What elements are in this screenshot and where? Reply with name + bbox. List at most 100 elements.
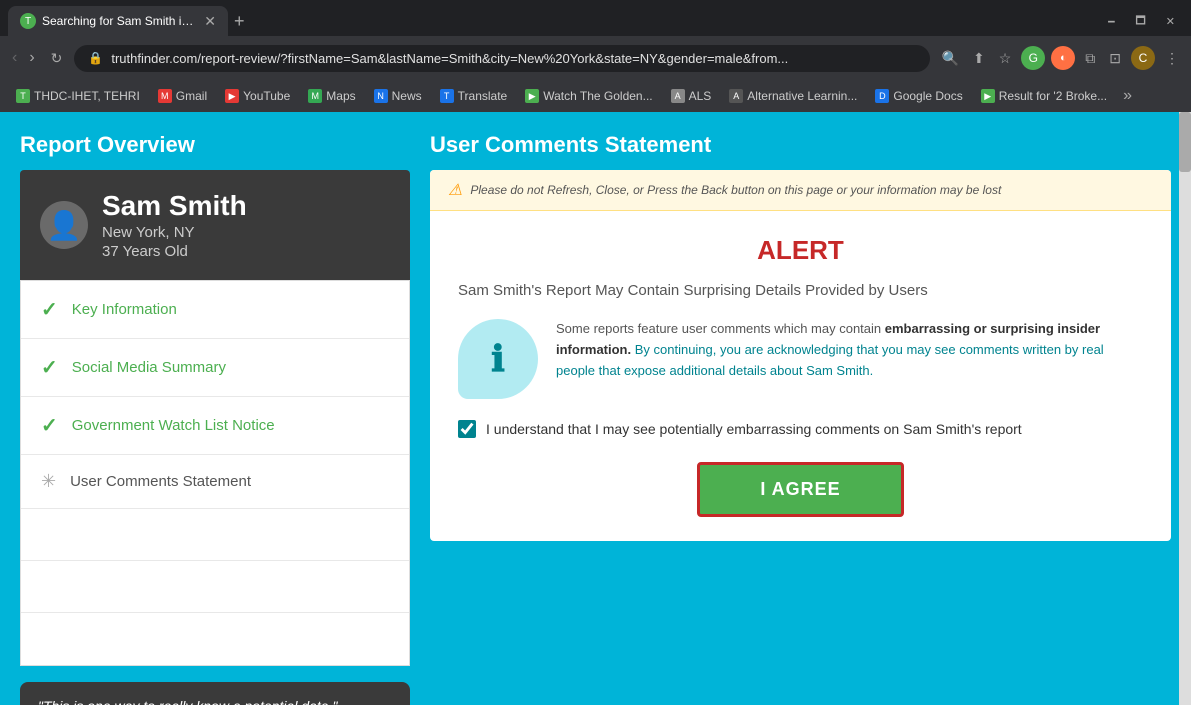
- bookmark-label-gmail: Gmail: [176, 89, 207, 103]
- alert-title: ALERT: [458, 235, 1143, 266]
- bookmark-result[interactable]: ▶ Result for '2 Broke...: [973, 86, 1115, 106]
- minimize-button[interactable]: 🗕: [1100, 10, 1124, 33]
- bookmark-label-translate: Translate: [458, 89, 508, 103]
- info-icon: ℹ: [491, 338, 505, 380]
- forward-button[interactable]: ›: [25, 45, 38, 71]
- bookmark-maps[interactable]: M Maps: [300, 86, 363, 106]
- bookmark-favicon-result: ▶: [981, 89, 995, 103]
- testimonial-quote: "This is one way to really know a potent…: [38, 698, 392, 705]
- alert-body: ALERT Sam Smith's Report May Contain Sur…: [430, 211, 1171, 541]
- menu-card: ✓ Key Information ✓ Social Media Summary…: [20, 280, 410, 666]
- browser-chrome: T Searching for Sam Smith in New ✕ + 🗕 🗖…: [0, 0, 1191, 112]
- search-icon[interactable]: 🔍: [938, 46, 963, 71]
- menu-item-empty-1: [21, 509, 409, 561]
- bookmark-favicon-news: N: [374, 89, 388, 103]
- nav-bar: ‹ › ↻ 🔒 truthfinder.com/report-review/?f…: [0, 36, 1191, 80]
- tab-close-button[interactable]: ✕: [204, 13, 216, 30]
- check-icon-key-info: ✓: [41, 297, 58, 322]
- warning-bar: ⚠ Please do not Refresh, Close, or Press…: [430, 170, 1171, 211]
- scrollbar[interactable]: [1179, 112, 1191, 705]
- profile-name: Sam Smith: [102, 190, 247, 222]
- bookmark-label-als: ALS: [689, 89, 712, 103]
- maximize-button[interactable]: 🗖: [1127, 10, 1153, 33]
- menu-item-user-comments[interactable]: ✳ User Comments Statement: [21, 455, 409, 509]
- bookmark-favicon-als: A: [671, 89, 685, 103]
- window-controls: 🗕 🗖 ✕: [1100, 10, 1183, 33]
- menu-label-user-comments: User Comments Statement: [70, 473, 251, 490]
- warning-triangle-icon: ⚠: [448, 180, 462, 200]
- menu-item-empty-3: [21, 613, 409, 665]
- extensions-button[interactable]: ⧉: [1081, 46, 1099, 71]
- bookmark-favicon-docs: D: [875, 89, 889, 103]
- bookmark-gmail[interactable]: M Gmail: [150, 86, 215, 106]
- sidebar-toggle[interactable]: ⊡: [1105, 46, 1125, 71]
- close-window-button[interactable]: ✕: [1158, 13, 1183, 30]
- bookmark-label-docs: Google Docs: [893, 89, 962, 103]
- bookmark-thdc[interactable]: T THDC-IHET, TEHRI: [8, 86, 148, 106]
- bookmark-label-result: Result for '2 Broke...: [999, 89, 1107, 103]
- bookmark-label-watch: Watch The Golden...: [543, 89, 652, 103]
- check-icon-social-media: ✓: [41, 355, 58, 380]
- description-text-2: By continuing, you are acknowledging tha…: [556, 342, 1104, 378]
- tab-title: Searching for Sam Smith in New: [42, 14, 194, 28]
- bookmark-icon[interactable]: ☆: [995, 46, 1016, 71]
- report-overview-title: Report Overview: [20, 132, 410, 158]
- bookmark-label-youtube: YouTube: [243, 89, 290, 103]
- active-tab[interactable]: T Searching for Sam Smith in New ✕: [8, 6, 228, 36]
- bookmark-favicon-alt: A: [729, 89, 743, 103]
- menu-item-gov-watch[interactable]: ✓ Government Watch List Notice: [21, 397, 409, 455]
- info-bubble: ℹ: [458, 319, 538, 399]
- menu-item-social-media[interactable]: ✓ Social Media Summary: [21, 339, 409, 397]
- profile-avatar[interactable]: C: [1131, 46, 1155, 70]
- right-panel: User Comments Statement ⚠ Please do not …: [430, 132, 1171, 685]
- bookmark-translate[interactable]: T Translate: [432, 86, 516, 106]
- spinner-icon-user-comments: ✳: [41, 471, 56, 492]
- avatar: 👤: [40, 201, 88, 249]
- address-text: truthfinder.com/report-review/?firstName…: [111, 51, 915, 66]
- bookmark-favicon-gmail: M: [158, 89, 172, 103]
- menu-button[interactable]: ⋮: [1161, 46, 1183, 71]
- warning-text: Please do not Refresh, Close, or Press t…: [470, 183, 1001, 197]
- bookmark-docs[interactable]: D Google Docs: [867, 86, 970, 106]
- profile-info: Sam Smith New York, NY 37 Years Old: [102, 190, 247, 260]
- bookmark-news[interactable]: N News: [366, 86, 430, 106]
- bookmark-als[interactable]: A ALS: [663, 86, 720, 106]
- main-content: Report Overview 👤 Sam Smith New York, NY…: [0, 112, 1191, 705]
- address-bar[interactable]: 🔒 truthfinder.com/report-review/?firstNa…: [74, 45, 929, 72]
- alert-info-row: ℹ Some reports feature user comments whi…: [458, 319, 1143, 399]
- tab-bar: T Searching for Sam Smith in New ✕ + 🗕 🗖…: [0, 0, 1191, 36]
- profile-age: 37 Years Old: [102, 243, 247, 260]
- more-bookmarks-button[interactable]: »: [1117, 84, 1138, 108]
- nav-icons: 🔍 ⬆ ☆ G ◐ ⧉ ⊡ C ⋮: [938, 46, 1183, 71]
- profile-card: 👤 Sam Smith New York, NY 37 Years Old: [20, 170, 410, 280]
- bookmark-favicon-youtube: ▶: [225, 89, 239, 103]
- menu-item-key-info[interactable]: ✓ Key Information: [21, 281, 409, 339]
- bookmarks-bar: T THDC-IHET, TEHRI M Gmail ▶ YouTube M M…: [0, 80, 1191, 112]
- share-icon[interactable]: ⬆: [969, 46, 989, 71]
- bookmark-label-thdc: THDC-IHET, TEHRI: [34, 89, 140, 103]
- bookmark-youtube[interactable]: ▶ YouTube: [217, 86, 298, 106]
- bookmark-label-maps: Maps: [326, 89, 355, 103]
- lock-icon: 🔒: [88, 51, 103, 65]
- agree-button[interactable]: I AGREE: [697, 462, 903, 517]
- refresh-button[interactable]: ↻: [47, 46, 67, 71]
- agree-button-wrapper: I AGREE: [458, 462, 1143, 517]
- bookmark-alt[interactable]: A Alternative Learnin...: [721, 86, 865, 106]
- new-tab-button[interactable]: +: [234, 11, 245, 32]
- extension-icon-2[interactable]: ◐: [1051, 46, 1075, 70]
- checkbox-label: I understand that I may see potentially …: [486, 419, 1022, 440]
- person-icon: 👤: [47, 209, 82, 242]
- scrollbar-thumb[interactable]: [1179, 112, 1191, 172]
- bookmark-watch[interactable]: ▶ Watch The Golden...: [517, 86, 660, 106]
- bookmark-favicon-thdc: T: [16, 89, 30, 103]
- back-button[interactable]: ‹: [8, 45, 21, 71]
- bookmark-favicon-translate: T: [440, 89, 454, 103]
- check-icon-gov-watch: ✓: [41, 413, 58, 438]
- menu-label-social-media: Social Media Summary: [72, 359, 226, 376]
- bookmark-favicon-watch: ▶: [525, 89, 539, 103]
- description-text-1: Some reports feature user comments which…: [556, 321, 885, 336]
- user-comments-title: User Comments Statement: [430, 132, 1171, 158]
- bookmark-label-news: News: [392, 89, 422, 103]
- extension-icon-1[interactable]: G: [1021, 46, 1045, 70]
- agree-checkbox[interactable]: [458, 420, 476, 438]
